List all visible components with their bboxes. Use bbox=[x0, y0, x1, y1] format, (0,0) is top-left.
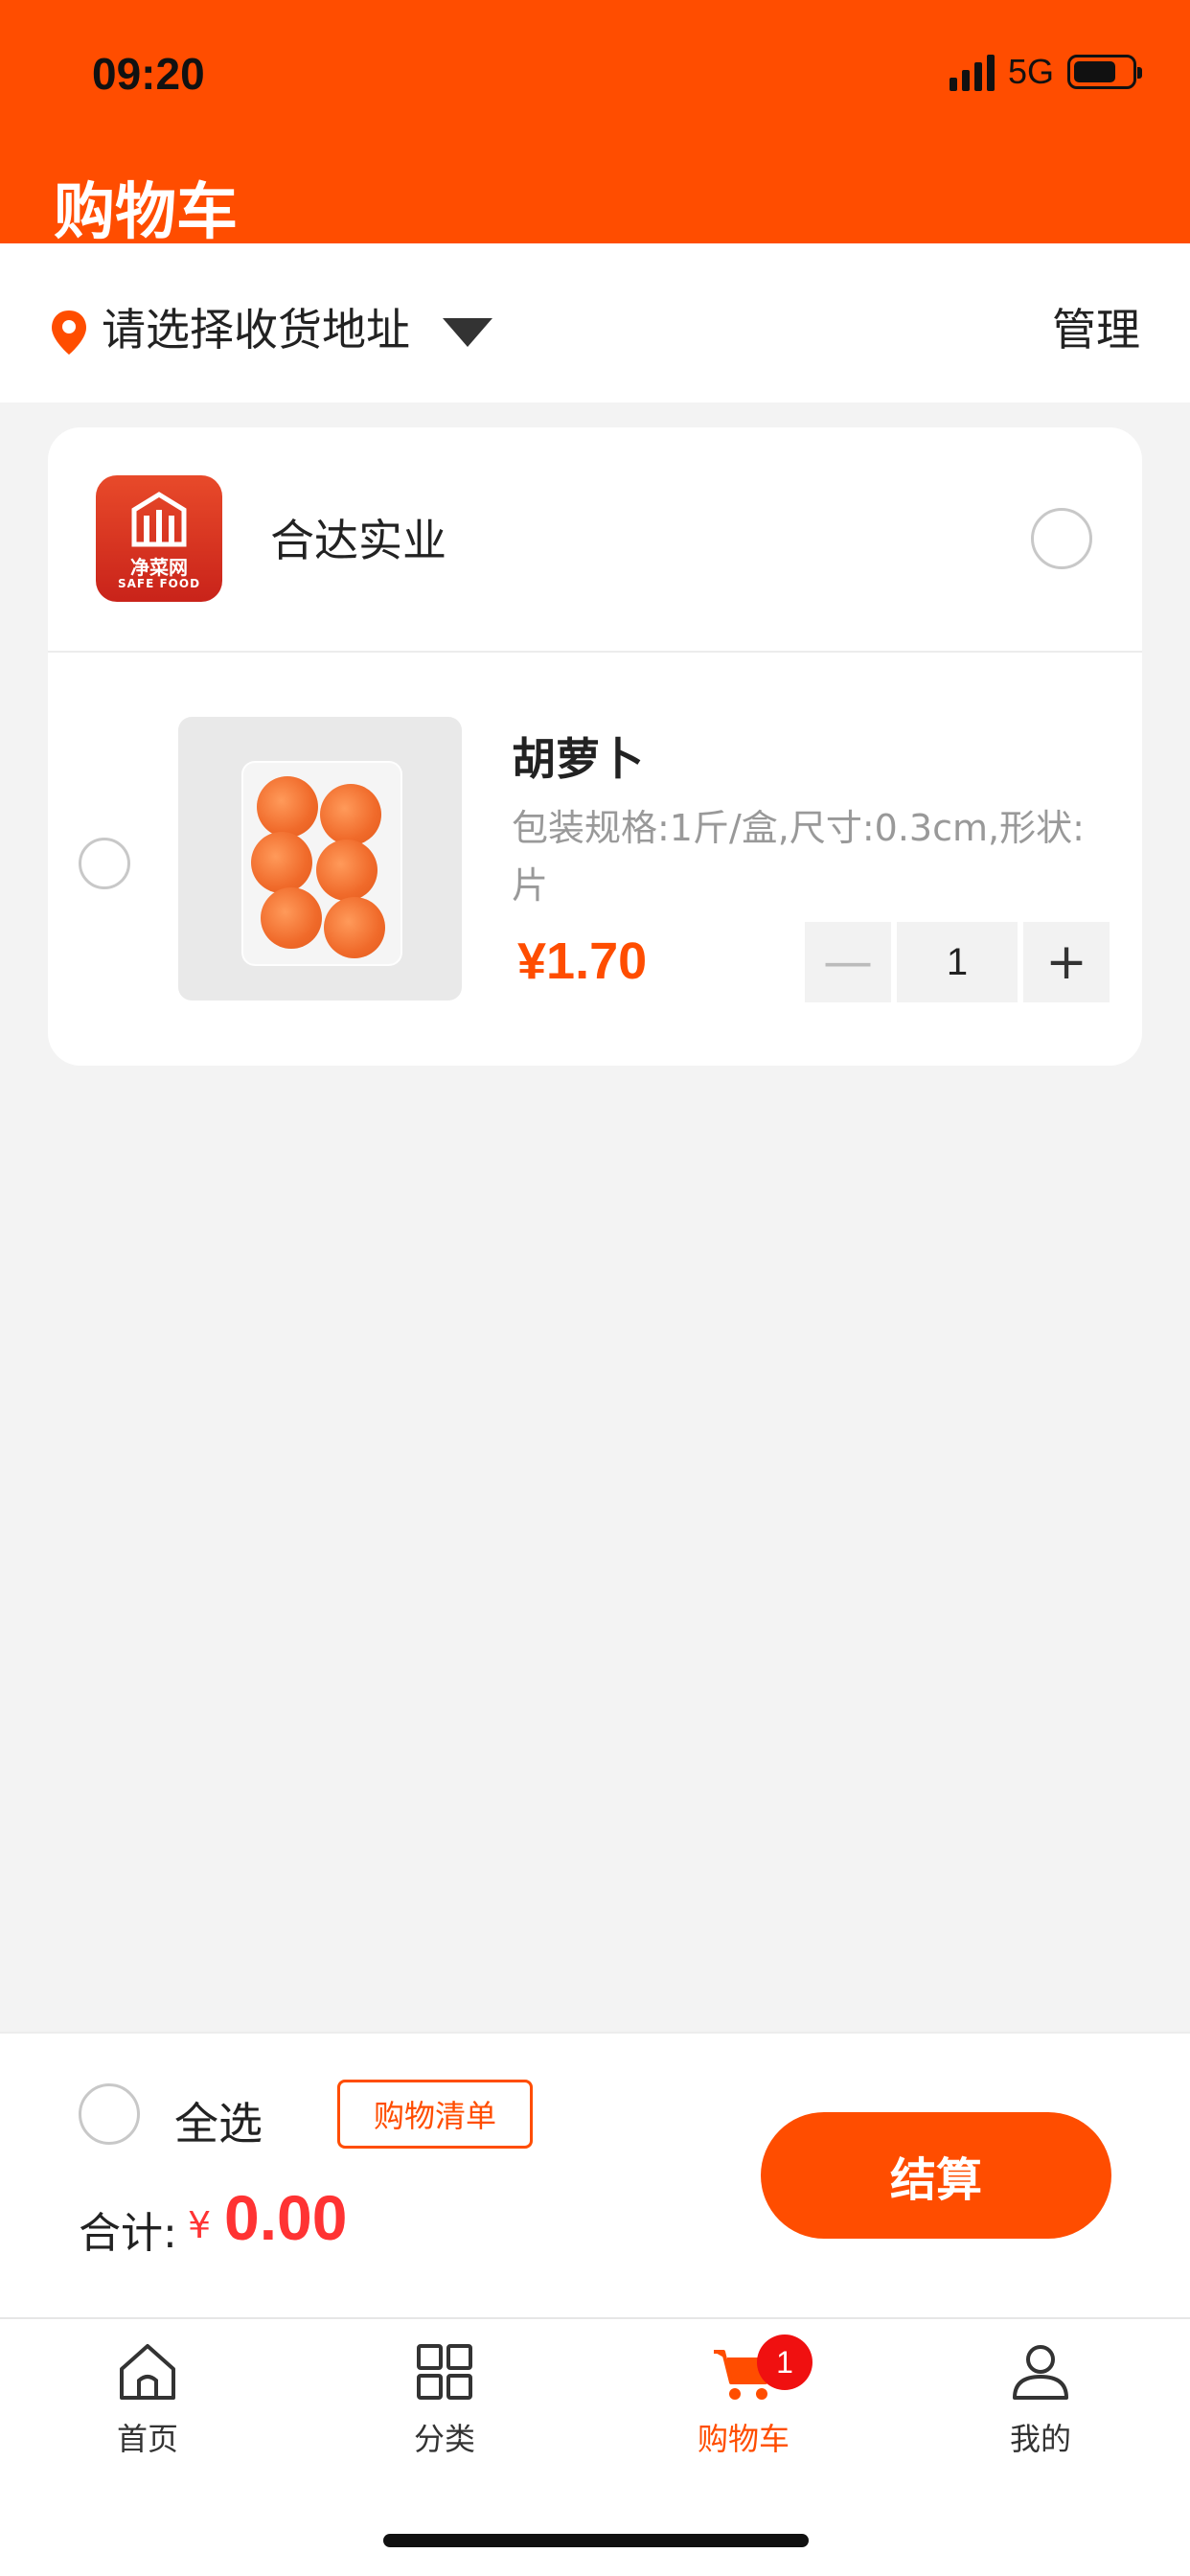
package-graphic bbox=[241, 761, 402, 966]
select-all-radio[interactable] bbox=[79, 2083, 140, 2145]
battery-icon bbox=[1067, 55, 1142, 89]
shop-select-radio[interactable] bbox=[1031, 508, 1092, 569]
card-divider bbox=[48, 651, 1142, 653]
chevron-down-icon[interactable] bbox=[443, 318, 492, 347]
user-icon bbox=[1013, 2345, 1068, 2400]
shop-logo: 净菜网 SAFE FOOD bbox=[96, 475, 222, 602]
quantity-value[interactable]: 1 bbox=[897, 922, 1018, 1002]
select-all-label[interactable]: 全选 bbox=[174, 2089, 263, 2152]
address-selector[interactable]: 请选择收货地址 bbox=[102, 295, 410, 358]
product-select-radio[interactable] bbox=[79, 838, 130, 889]
increase-button[interactable]: + bbox=[1023, 922, 1110, 1002]
shopping-list-button[interactable]: 购物清单 bbox=[337, 2080, 533, 2149]
app-header: 09:20 5G 购物车 bbox=[0, 0, 1190, 248]
status-indicators: 5G bbox=[949, 52, 1142, 92]
page-title: 购物车 bbox=[54, 177, 238, 248]
home-icon bbox=[120, 2344, 175, 2400]
product-spec: 包装规格:1斤/盒,尺寸:0.3cm,形状:片 bbox=[512, 807, 1085, 907]
tab-cart[interactable]: 1 购物车 bbox=[648, 2334, 839, 2459]
product-image[interactable] bbox=[178, 717, 462, 1000]
decrease-button[interactable]: — bbox=[805, 922, 891, 1002]
shop-name[interactable]: 合达实业 bbox=[270, 506, 446, 569]
tab-profile[interactable]: 我的 bbox=[945, 2338, 1136, 2459]
tab-category[interactable]: 分类 bbox=[349, 2338, 540, 2459]
cart-badge: 1 bbox=[757, 2334, 812, 2390]
manage-button[interactable]: 管理 bbox=[1052, 295, 1140, 358]
total-amount: 0.00 bbox=[224, 2182, 348, 2253]
shop-logo-icon bbox=[131, 492, 187, 547]
status-time: 09:20 bbox=[92, 49, 205, 99]
total-currency: ¥ bbox=[188, 2204, 212, 2246]
signal-icon bbox=[949, 53, 995, 91]
home-indicator bbox=[383, 2534, 809, 2547]
location-pin-icon bbox=[52, 310, 86, 355]
quantity-stepper: — 1 + bbox=[805, 922, 1110, 1002]
checkout-button[interactable]: 结算 bbox=[761, 2112, 1111, 2239]
network-type: 5G bbox=[1007, 52, 1054, 91]
tab-home[interactable]: 首页 bbox=[52, 2338, 243, 2459]
grid-icon bbox=[417, 2344, 472, 2400]
total-label: 合计: bbox=[79, 2209, 177, 2258]
product-price: ¥1.70 bbox=[517, 932, 648, 990]
product-name[interactable]: 胡萝卜 bbox=[512, 724, 644, 788]
